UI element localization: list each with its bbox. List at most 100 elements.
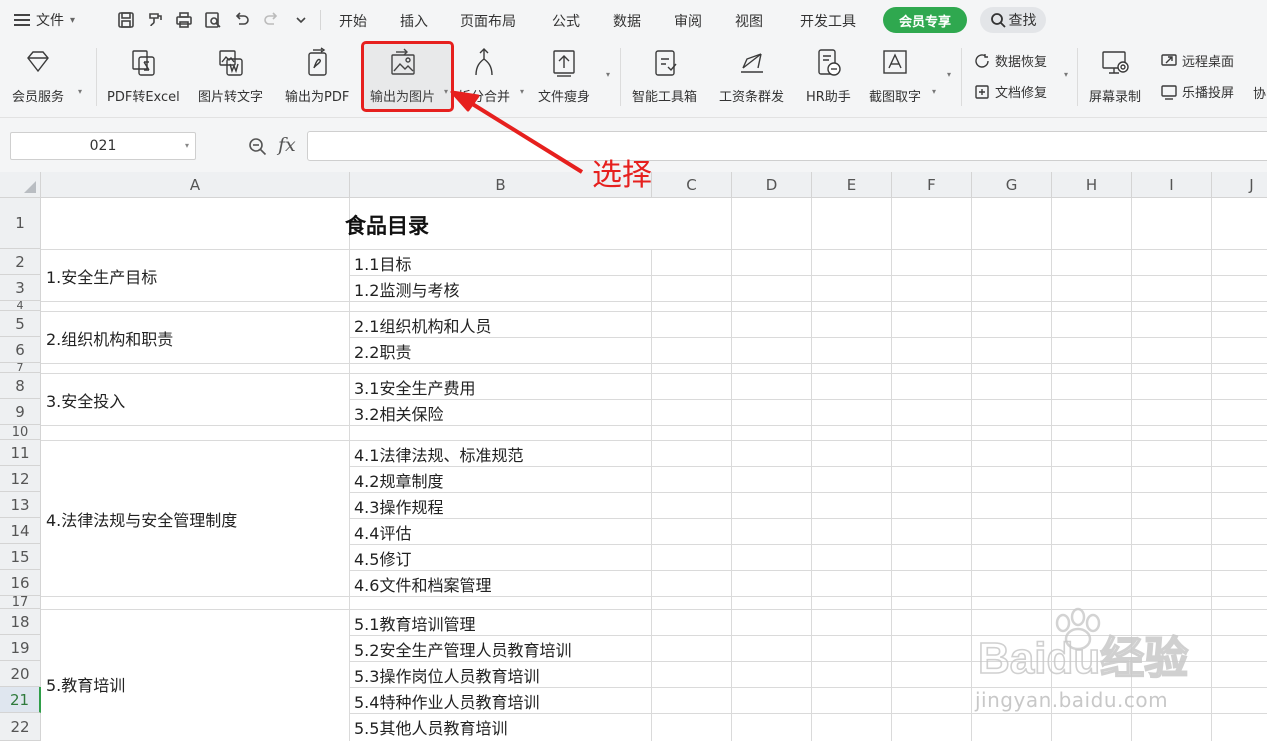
row-header[interactable]: 4 <box>0 301 41 311</box>
item-cell[interactable]: 1.1目标 <box>354 250 411 275</box>
hr-assistant-button[interactable]: HR助手 <box>806 44 851 110</box>
item-cell[interactable]: 5.1教育培训管理 <box>354 610 475 635</box>
row-header[interactable]: 11 <box>0 440 41 466</box>
row-header[interactable]: 14 <box>0 518 41 544</box>
row-header[interactable]: 7 <box>0 363 41 373</box>
ribbon-more-icon[interactable]: ▾ <box>1064 70 1068 79</box>
column-header-f[interactable]: F <box>892 172 972 198</box>
tab-review[interactable]: 审阅 <box>674 11 702 31</box>
item-cell[interactable]: 4.3操作规程 <box>354 493 443 518</box>
item-cell[interactable]: 4.6文件和档案管理 <box>354 571 491 596</box>
section-cell[interactable]: 3.安全投入 <box>46 374 125 425</box>
tab-insert[interactable]: 插入 <box>400 11 428 31</box>
column-header-c[interactable]: C <box>652 172 732 198</box>
item-cell[interactable]: 5.5其他人员教育培训 <box>354 714 507 739</box>
select-all-corner[interactable] <box>0 172 41 198</box>
payslip-button[interactable]: 工资条群发 <box>719 44 784 110</box>
file-slim-button[interactable]: 文件瘦身 <box>538 44 590 110</box>
item-cell[interactable]: 2.1组织机构和人员 <box>354 312 491 337</box>
section-cell[interactable]: 5.教育培训 <box>46 610 125 741</box>
print-icon[interactable] <box>173 9 195 31</box>
row-header-active[interactable]: 21 <box>0 687 41 713</box>
row-header[interactable]: 16 <box>0 570 41 596</box>
item-cell[interactable]: 5.3操作岗位人员教育培训 <box>354 662 539 687</box>
row-header[interactable]: 5 <box>0 311 41 337</box>
row-header[interactable]: 9 <box>0 399 41 425</box>
search-button[interactable]: 查找 <box>980 7 1046 33</box>
screenshot-ocr-button[interactable]: 截图取字 <box>869 44 921 110</box>
item-cell[interactable]: 3.2相关保险 <box>354 400 443 425</box>
tab-developer[interactable]: 开发工具 <box>800 11 856 31</box>
format-painter-icon[interactable] <box>144 9 166 31</box>
tab-page-layout[interactable]: 页面布局 <box>460 11 516 31</box>
image-to-text-button[interactable]: 图片转文字 <box>198 44 263 110</box>
column-header-d[interactable]: D <box>732 172 812 198</box>
column-header-h[interactable]: H <box>1052 172 1132 198</box>
section-cell[interactable]: 4.法律法规与安全管理制度 <box>46 441 237 596</box>
row-header[interactable]: 10 <box>0 425 41 440</box>
item-cell[interactable]: 1.2监测与考核 <box>354 276 459 301</box>
item-cell[interactable]: 3.1安全生产费用 <box>354 374 475 399</box>
item-cell[interactable]: 5.2安全生产管理人员教育培训 <box>354 636 571 661</box>
column-header-j[interactable]: J <box>1212 172 1267 198</box>
cast-screen-button[interactable]: 乐播投屏 <box>1160 82 1234 101</box>
column-header-g[interactable]: G <box>972 172 1052 198</box>
ribbon-more-icon[interactable]: ▾ <box>947 70 951 79</box>
payslip-label: 工资条群发 <box>719 90 785 105</box>
tab-home[interactable]: 开始 <box>339 11 367 31</box>
split-merge-button[interactable]: 拆分合并 <box>458 44 510 110</box>
ribbon-more-icon[interactable]: ▾ <box>606 70 610 79</box>
doc-repair-button[interactable]: 文档修复 <box>973 82 1047 101</box>
pdf-to-excel-button[interactable]: PDF转Excel <box>107 44 180 110</box>
column-header-e[interactable]: E <box>812 172 892 198</box>
row-header[interactable]: 13 <box>0 492 41 518</box>
section-cell[interactable]: 1.安全生产目标 <box>46 250 157 301</box>
item-cell[interactable]: 2.2职责 <box>354 338 411 363</box>
section-cell[interactable]: 2.组织机构和职责 <box>46 312 173 363</box>
row-header[interactable]: 12 <box>0 466 41 492</box>
tab-data[interactable]: 数据 <box>613 11 641 31</box>
row-header[interactable]: 6 <box>0 337 41 363</box>
row-header[interactable]: 8 <box>0 373 41 399</box>
item-cell[interactable]: 5.4特种作业人员教育培训 <box>354 688 539 713</box>
file-menu[interactable]: 文件 ▾ <box>14 8 75 32</box>
row-header[interactable]: 15 <box>0 544 41 570</box>
tab-view[interactable]: 视图 <box>735 11 763 31</box>
tab-formulas[interactable]: 公式 <box>552 11 580 31</box>
row-header[interactable]: 19 <box>0 635 41 661</box>
hamburger-icon <box>14 14 30 26</box>
print-preview-icon[interactable] <box>202 9 224 31</box>
item-cell[interactable]: 4.4评估 <box>354 519 411 544</box>
row-header[interactable]: 3 <box>0 275 41 301</box>
chevron-down-icon[interactable]: ▾ <box>185 141 189 150</box>
save-icon[interactable] <box>115 9 137 31</box>
row-header[interactable]: 18 <box>0 609 41 635</box>
row-header[interactable]: 20 <box>0 661 41 687</box>
zoom-icon[interactable] <box>248 137 268 157</box>
customize-quickbar-icon[interactable] <box>290 9 312 31</box>
redo-icon[interactable] <box>260 9 282 31</box>
gridline <box>350 337 1267 338</box>
screen-record-button[interactable]: 屏幕录制 <box>1089 44 1141 110</box>
export-pdf-button[interactable]: 输出为PDF <box>285 44 349 110</box>
item-cell[interactable]: 4.1法律法规、标准规范 <box>354 441 523 466</box>
formula-input[interactable] <box>307 131 1267 161</box>
row-header[interactable]: 2 <box>0 249 41 275</box>
collaborate-label-partial[interactable]: 协 <box>1253 83 1266 102</box>
name-box[interactable]: 021 ▾ <box>10 132 196 160</box>
column-header-i[interactable]: I <box>1132 172 1212 198</box>
tab-vip[interactable]: 会员专享 <box>883 7 967 33</box>
sheet-title-cell[interactable]: 食品目录 <box>42 199 732 250</box>
fx-icon[interactable]: fx <box>278 134 296 156</box>
item-cell[interactable]: 4.2规章制度 <box>354 467 443 492</box>
member-service-button[interactable]: 会员服务 <box>12 44 64 110</box>
column-header-a[interactable]: A <box>41 172 350 198</box>
row-header[interactable]: 1 <box>0 198 41 249</box>
row-header[interactable]: 17 <box>0 596 41 609</box>
row-header[interactable]: 22 <box>0 713 41 741</box>
toolbox-button[interactable]: 智能工具箱 <box>632 44 697 110</box>
undo-icon[interactable] <box>231 9 253 31</box>
remote-desktop-button[interactable]: 远程桌面 <box>1160 51 1234 70</box>
data-recovery-button[interactable]: 数据恢复 <box>973 51 1047 70</box>
item-cell[interactable]: 4.5修订 <box>354 545 411 570</box>
